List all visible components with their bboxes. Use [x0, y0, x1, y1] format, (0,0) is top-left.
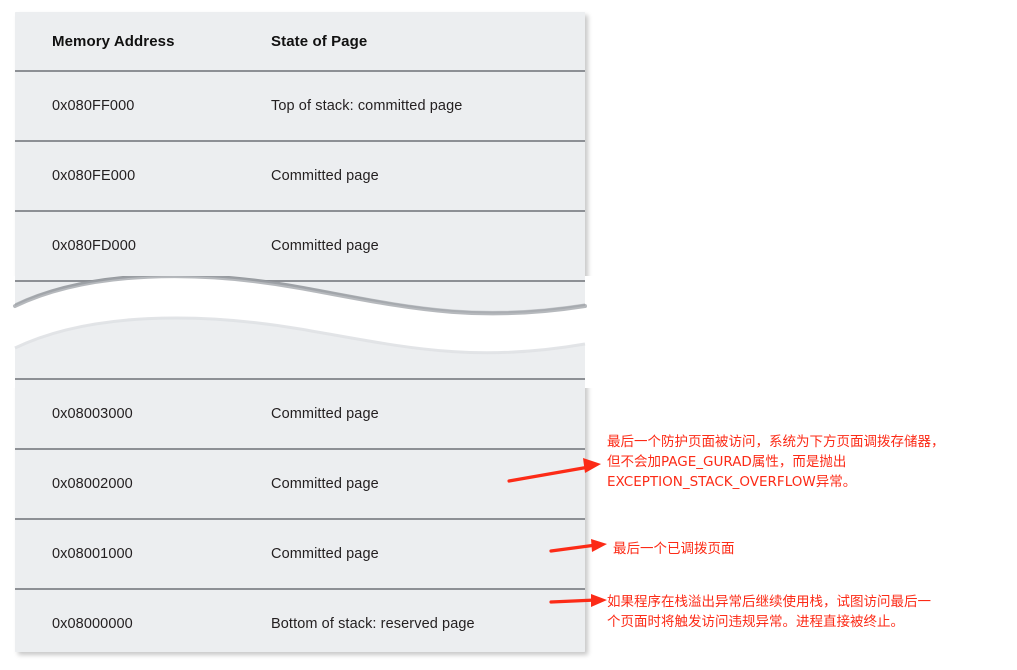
table-break-spacer-upper [15, 280, 585, 330]
table-row: 0x08003000 Committed page [15, 378, 585, 448]
annotation-guard-page-accessed: 最后一个防护页面被访问，系统为下方页面调拨存储器， 但不会加PAGE_GURAD… [607, 434, 945, 490]
cell-memory-address: 0x080FD000 [52, 238, 137, 254]
cell-state-of-page: Committed page [271, 168, 379, 184]
memory-table-upper-section: Memory Address State of Page 0x080FF000 … [15, 12, 585, 334]
column-header-state-of-page: State of Page [271, 32, 368, 50]
cell-memory-address: 0x08001000 [52, 546, 133, 562]
memory-table-lower-section: 0x08003000 Committed page 0x08002000 Com… [15, 333, 585, 652]
table-header-row: Memory Address State of Page [15, 12, 585, 70]
table-row: 0x08000000 Bottom of stack: reserved pag… [15, 588, 585, 652]
cell-state-of-page: Bottom of stack: reserved page [271, 616, 475, 632]
annotation-arrow-right-icon [549, 594, 607, 607]
table-row: 0x080FF000 Top of stack: committed page [15, 70, 585, 140]
cell-state-of-page: Top of stack: committed page [271, 98, 463, 114]
cell-memory-address: 0x08000000 [52, 616, 133, 632]
annotation-access-violation: 如果程序在栈溢出异常后继续使用栈，试图访问最后一 个页面时将触发访问违规异常。进… [607, 594, 931, 630]
cell-state-of-page: Committed page [271, 238, 379, 254]
table-row: 0x08001000 Committed page [15, 518, 585, 588]
cell-state-of-page: Committed page [271, 406, 379, 422]
cell-memory-address: 0x08002000 [52, 476, 133, 492]
table-row: 0x08002000 Committed page [15, 448, 585, 518]
cell-memory-address: 0x080FF000 [52, 98, 135, 114]
cell-memory-address: 0x08003000 [52, 406, 133, 422]
stack-memory-layout-diagram: Memory Address State of Page 0x080FF000 … [0, 0, 1017, 670]
annotation-arrow-right-icon [507, 458, 601, 483]
table-row: 0x080FE000 Committed page [15, 140, 585, 210]
table-break-spacer-lower [15, 333, 585, 378]
cell-memory-address: 0x080FE000 [52, 168, 136, 184]
annotation-arrow-right-icon [549, 539, 607, 553]
column-header-memory-address: Memory Address [52, 32, 175, 50]
cell-state-of-page: Committed page [271, 546, 379, 562]
table-row: 0x080FD000 Committed page [15, 210, 585, 280]
annotation-last-committed-page: 最后一个已调拨页面 [613, 541, 735, 557]
